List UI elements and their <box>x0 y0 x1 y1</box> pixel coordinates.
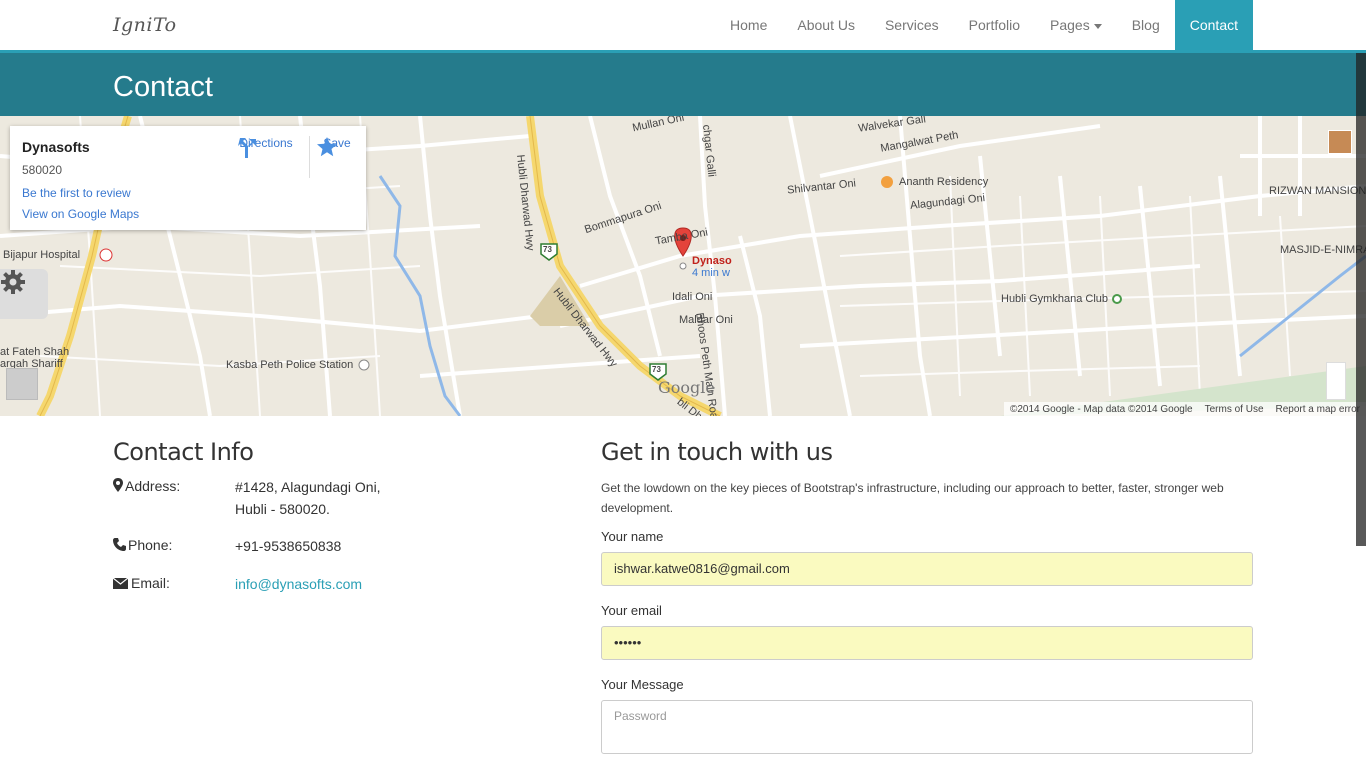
map-thumbnail-toggle[interactable] <box>6 368 38 400</box>
view-on-google-maps-link[interactable]: View on Google Maps <box>22 207 139 221</box>
email-label-wrap: Email: <box>112 575 233 591</box>
settings-tab[interactable] <box>0 269 48 319</box>
nav-about-us[interactable]: About Us <box>782 0 870 50</box>
message-field-label: Your Message <box>601 677 684 692</box>
contact-form-section: Get in touch with us Get the lowdown on … <box>601 438 1253 754</box>
map-footer: ©2014 Google - Map data ©2014 Google Ter… <box>1003 402 1366 416</box>
nav-home[interactable]: Home <box>715 0 782 50</box>
nav-contact[interactable]: Contact <box>1174 0 1253 50</box>
map-label: RIZWAN MANSION <box>1269 185 1366 197</box>
address-label-wrap: Address: <box>113 478 233 494</box>
nav-blog[interactable]: Blog <box>1117 0 1175 50</box>
address-line-1: #1428, Alagundagi Oni, <box>235 479 381 495</box>
contact-info-heading: Contact Info <box>113 438 254 466</box>
map-zoom-control[interactable] <box>1326 362 1346 400</box>
map-label: Ananth Residency <box>899 176 989 188</box>
google-map[interactable]: Mullan Oni Walvekar Gall Mangalwat Peth … <box>0 116 1366 416</box>
get-in-touch-heading: Get in touch with us <box>601 438 833 466</box>
google-logo: Google <box>658 378 715 397</box>
page-title-bar: Contact <box>0 53 1366 116</box>
star-icon <box>317 137 337 157</box>
phone-label-wrap: Phone: <box>113 537 233 553</box>
map-label: at Fateh Shah <box>0 346 70 358</box>
email-field-label: Your email <box>601 603 662 618</box>
map-label: Hubli Gymkhana Club <box>1001 293 1108 305</box>
name-input[interactable]: ishwar.katwe0816@gmail.com <box>601 552 1253 586</box>
gear-icon <box>1 270 25 294</box>
email-link[interactable]: info@dynasofts.com <box>235 576 362 592</box>
phone-label: Phone: <box>128 537 173 553</box>
map-label: Idali Oni <box>672 291 713 303</box>
place-zip: 580020 <box>22 163 63 177</box>
directions-button[interactable]: Directions <box>236 136 296 158</box>
map-place-card: Dynasofts 580020 Be the first to review … <box>10 126 366 230</box>
highway-shield-label: 73 <box>543 245 552 254</box>
marker-sublabel: 4 min w <box>692 267 730 279</box>
envelope-icon <box>112 577 129 589</box>
nav-pages-label: Pages <box>1050 17 1090 33</box>
map-label: Kasba Peth Police Station <box>226 359 354 371</box>
page-scrollbar[interactable] <box>1356 53 1366 546</box>
nav-portfolio[interactable]: Portfolio <box>954 0 1035 50</box>
directions-icon <box>238 138 256 158</box>
map-marker-icon <box>113 478 123 492</box>
email-value-wrap: info@dynasofts.com <box>235 573 362 595</box>
marker-label: Dynaso <box>692 255 732 267</box>
email-input[interactable]: •••••• <box>601 626 1253 660</box>
nav-services[interactable]: Services <box>870 0 954 50</box>
map-label: MASJID-E-NIMRA <box>1280 244 1366 256</box>
brand-logo[interactable]: IgniTo <box>113 14 177 36</box>
pegman-avatar-icon[interactable] <box>1328 130 1352 154</box>
map-copyright: ©2014 Google - Map data ©2014 Google <box>1009 403 1193 415</box>
address-label: Address: <box>125 478 181 494</box>
address-line-2: Hubli - 580020. <box>235 501 330 517</box>
page-title: Contact <box>113 71 213 103</box>
nav-pages-dropdown[interactable]: Pages <box>1035 0 1117 50</box>
card-divider <box>309 136 310 178</box>
map-label: Bijapur Hospital <box>3 249 81 261</box>
report-error-link[interactable]: Report a map error <box>1276 404 1360 415</box>
place-name: Dynasofts <box>22 139 90 155</box>
address-value: #1428, Alagundagi Oni, Hubli - 580020. <box>235 476 381 520</box>
main-nav: Home About Us Services Portfolio Pages B… <box>715 0 1253 50</box>
highway-shield-label: 73 <box>652 365 661 374</box>
caret-down-icon <box>1093 23 1102 29</box>
email-label: Email: <box>131 575 170 591</box>
navbar: IgniTo Home About Us Services Portfolio … <box>0 0 1366 53</box>
phone-icon <box>113 538 126 551</box>
terms-link[interactable]: Terms of Use <box>1205 404 1264 415</box>
name-field-label: Your name <box>601 529 664 544</box>
review-link[interactable]: Be the first to review <box>22 186 131 200</box>
save-button[interactable]: Save <box>316 136 358 157</box>
phone-value: +91-9538650838 <box>235 538 342 554</box>
get-in-touch-intro: Get the lowdown on the key pieces of Boo… <box>601 481 1224 515</box>
message-textarea[interactable]: Password <box>601 700 1253 754</box>
contact-info-section: Contact Info Address: #1428, Alagundagi … <box>112 438 573 592</box>
